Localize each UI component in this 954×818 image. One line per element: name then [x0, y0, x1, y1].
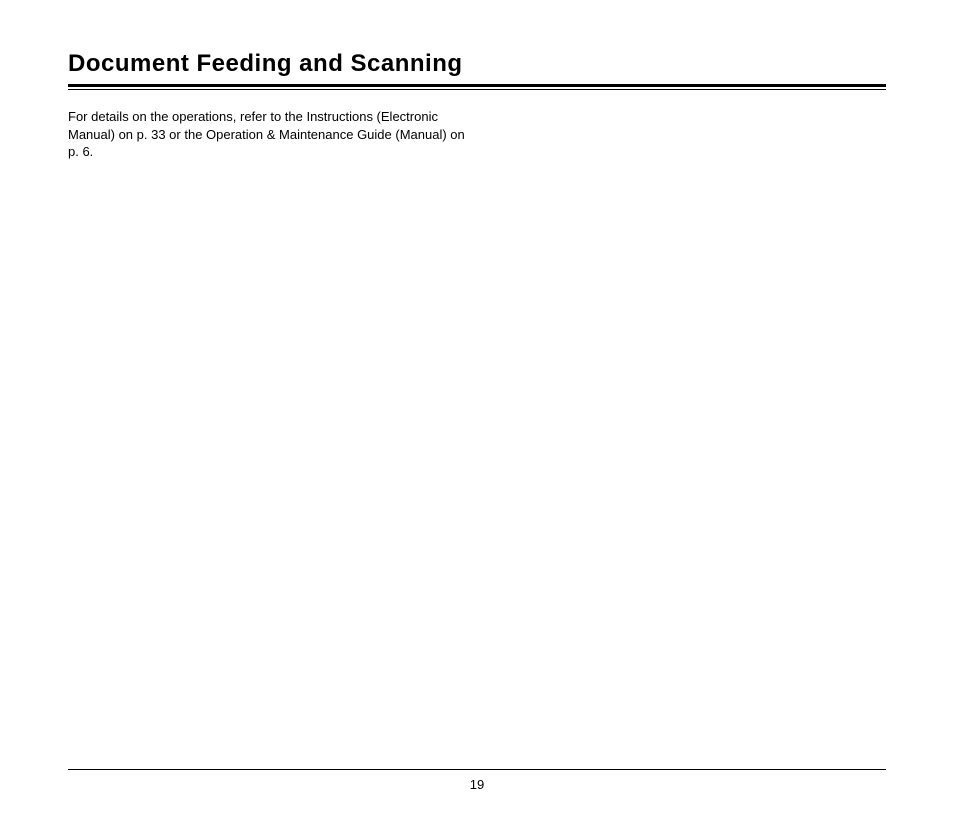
footer: 19 [68, 769, 886, 794]
title-underline-thick [68, 84, 886, 87]
body-text: For details on the operations, refer to … [68, 108, 468, 161]
title-underline-thin [68, 89, 886, 90]
footer-rule: 19 [68, 769, 886, 794]
page-container: Document Feeding and Scanning For detail… [0, 0, 954, 818]
section-title: Document Feeding and Scanning [68, 50, 886, 84]
page-number: 19 [470, 777, 484, 792]
